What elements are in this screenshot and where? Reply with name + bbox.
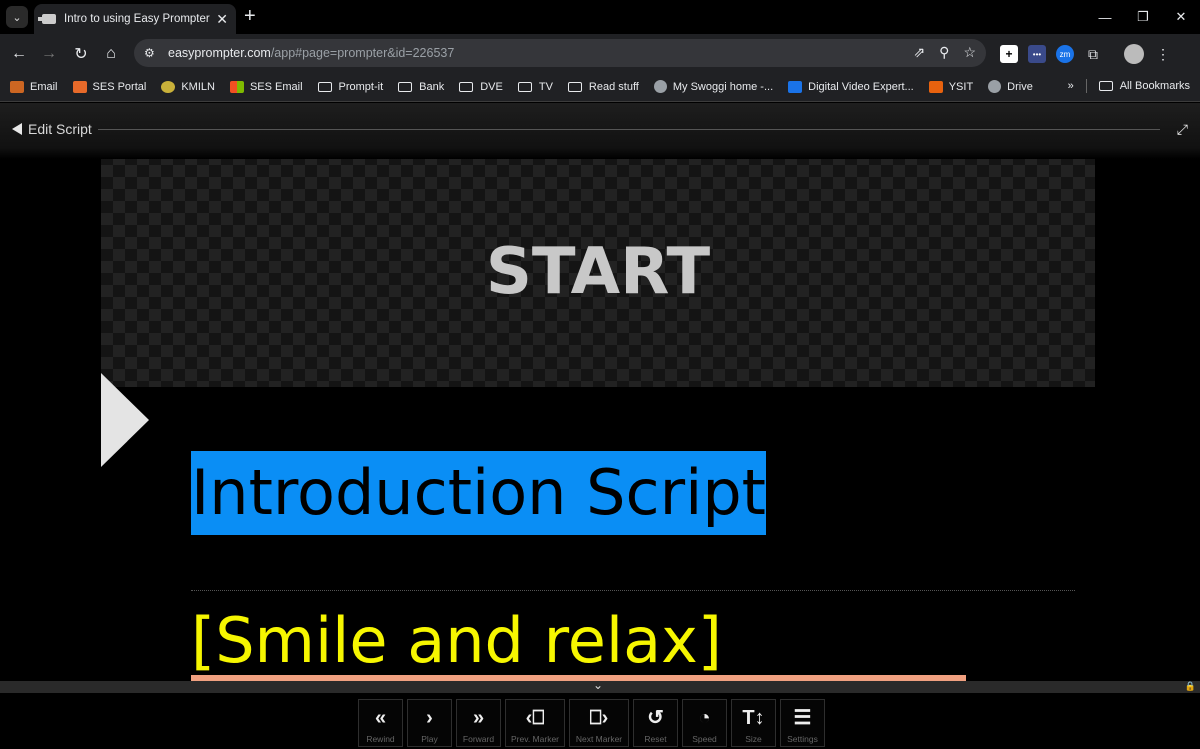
- bookmark-dve[interactable]: DVE: [459, 81, 503, 93]
- more-bookmarks-icon[interactable]: »: [1068, 80, 1074, 92]
- window-controls: — ❐ ✕: [1086, 0, 1200, 34]
- tab-strip: ⌄ Intro to using Easy Prompter :: E ✕ + …: [0, 0, 1200, 34]
- folder-icon: [459, 81, 474, 92]
- prompter-app: Edit Script ⤢ START Introduction Script …: [0, 103, 1200, 749]
- favicon-icon: [38, 14, 56, 24]
- reset-button[interactable]: ↺ Reset: [633, 699, 678, 747]
- back-icon[interactable]: ←: [8, 43, 30, 65]
- folder-icon: [567, 81, 582, 92]
- all-bookmarks[interactable]: All Bookmarks: [1098, 80, 1190, 92]
- reading-marker-icon[interactable]: [101, 373, 149, 467]
- window-close-icon[interactable]: ✕: [1162, 0, 1200, 34]
- zoom-icon[interactable]: ⚲: [939, 44, 949, 61]
- prev-marker-button[interactable]: ‹⎕ Prev. Marker: [505, 699, 565, 747]
- site-info-icon[interactable]: ⚙: [144, 46, 160, 60]
- zm-extension-icon[interactable]: zm: [1056, 45, 1074, 63]
- play-icon: ›: [426, 707, 433, 729]
- tab-title: Intro to using Easy Prompter :: E: [64, 13, 212, 25]
- forward-icon[interactable]: →: [38, 43, 60, 65]
- rewind-icon: «: [374, 707, 387, 729]
- lock-icon: 🔒: [1184, 681, 1196, 691]
- bookmarks-bar: Email SES Portal KMILN SES Email Prompt-…: [0, 72, 1200, 102]
- size-icon: T↕: [742, 707, 765, 729]
- minimize-icon[interactable]: —: [1086, 0, 1124, 34]
- edit-script-link[interactable]: Edit Script: [28, 121, 92, 137]
- calendar-icon: [788, 80, 803, 93]
- bookmark-drive[interactable]: Drive: [988, 80, 1033, 93]
- email-icon: [10, 80, 24, 93]
- url-text[interactable]: easyprompter.com/app#page=prompter&id=22…: [168, 46, 454, 60]
- globe-icon: [653, 80, 667, 93]
- section-divider: [191, 590, 1075, 591]
- bookmark-star-icon[interactable]: ☆: [963, 44, 976, 61]
- extensions-area: + ••• zm ⧉ ⋮: [1000, 44, 1172, 64]
- bookmark-tv[interactable]: TV: [517, 81, 553, 93]
- bookmark-ses-portal[interactable]: SES Portal: [72, 80, 146, 93]
- forward-icon: »: [472, 707, 485, 729]
- ses-portal-icon: [72, 80, 87, 93]
- forward-button[interactable]: » Forward: [456, 699, 501, 747]
- size-button[interactable]: T↕ Size: [731, 699, 776, 747]
- address-bar[interactable]: ⚙ easyprompter.com/app#page=prompter&id=…: [134, 39, 986, 67]
- browser-toolbar: ← → ↻ ⌂ ⚙ easyprompter.com/app#page=prom…: [0, 34, 1200, 72]
- bookmark-email[interactable]: Email: [10, 80, 58, 93]
- open-external-icon[interactable]: ⇗: [913, 44, 925, 61]
- tab-search-icon[interactable]: ⌄: [6, 6, 28, 28]
- bookmark-digital-video-expert[interactable]: Digital Video Expert...: [788, 80, 914, 93]
- bookmark-kmiln[interactable]: KMILN: [161, 80, 215, 93]
- reload-icon[interactable]: ↻: [70, 43, 92, 65]
- home-icon[interactable]: ⌂: [100, 43, 122, 65]
- bookmark-swoggi[interactable]: My Swoggi home -...: [653, 80, 773, 93]
- ysit-icon: [928, 80, 943, 93]
- settings-button[interactable]: ☰ Settings: [780, 699, 825, 747]
- microsoft-icon: [229, 80, 244, 93]
- restore-icon[interactable]: ❐: [1124, 0, 1162, 34]
- next-marker-icon: ⎕›: [589, 707, 609, 729]
- rewind-button[interactable]: «Rewind: [358, 699, 403, 747]
- folder-icon: [517, 81, 532, 92]
- chevron-down-icon[interactable]: ⌄: [593, 678, 603, 692]
- folder-icon: [398, 81, 413, 92]
- prev-marker-icon: ‹⎕: [525, 707, 545, 729]
- cue-text: [Smile and relax]: [191, 604, 722, 677]
- reset-icon: ↺: [647, 707, 664, 729]
- dots-extension-icon[interactable]: •••: [1028, 45, 1046, 63]
- fullscreen-icon[interactable]: ⤢: [1177, 121, 1188, 138]
- start-label: START: [485, 235, 711, 309]
- extensions-puzzle-icon[interactable]: ⧉: [1084, 45, 1102, 63]
- header-divider: [98, 129, 1160, 130]
- speed-button[interactable]: ◔ Speed: [682, 699, 727, 747]
- kmiln-icon: [161, 80, 176, 93]
- menu-icon[interactable]: ⋮: [1154, 45, 1172, 63]
- speed-icon: ◔: [698, 707, 711, 729]
- tab-close-icon[interactable]: ✕: [216, 11, 228, 28]
- playback-controls: «Rewind › Play » Forward ‹⎕ Prev. Marker ⎕›…: [358, 699, 825, 747]
- bookmark-prompt-it[interactable]: Prompt-it: [317, 81, 383, 93]
- plus-extension-icon[interactable]: +: [1000, 45, 1018, 63]
- active-tab[interactable]: Intro to using Easy Prompter :: E ✕: [34, 4, 236, 34]
- bookmark-ysit[interactable]: YSIT: [928, 80, 973, 93]
- globe-icon: [988, 80, 1002, 93]
- start-area: START: [101, 153, 1095, 387]
- bookmarks-divider: [1085, 79, 1087, 93]
- back-arrow-icon[interactable]: [12, 123, 22, 135]
- folder-icon: [1098, 81, 1113, 91]
- folder-icon: [317, 81, 332, 92]
- bookmark-read-stuff[interactable]: Read stuff: [567, 81, 639, 93]
- bookmark-bank[interactable]: Bank: [398, 81, 444, 93]
- play-button[interactable]: › Play: [407, 699, 452, 747]
- settings-icon: ☰: [793, 707, 812, 729]
- bookmark-ses-email[interactable]: SES Email: [229, 80, 303, 93]
- script-title: Introduction Script: [191, 451, 766, 535]
- next-marker-button[interactable]: ⎕› Next Marker: [569, 699, 629, 747]
- prompter-header: Edit Script ⤢: [0, 103, 1200, 159]
- profile-avatar[interactable]: [1124, 44, 1144, 64]
- new-tab-icon[interactable]: +: [244, 6, 256, 26]
